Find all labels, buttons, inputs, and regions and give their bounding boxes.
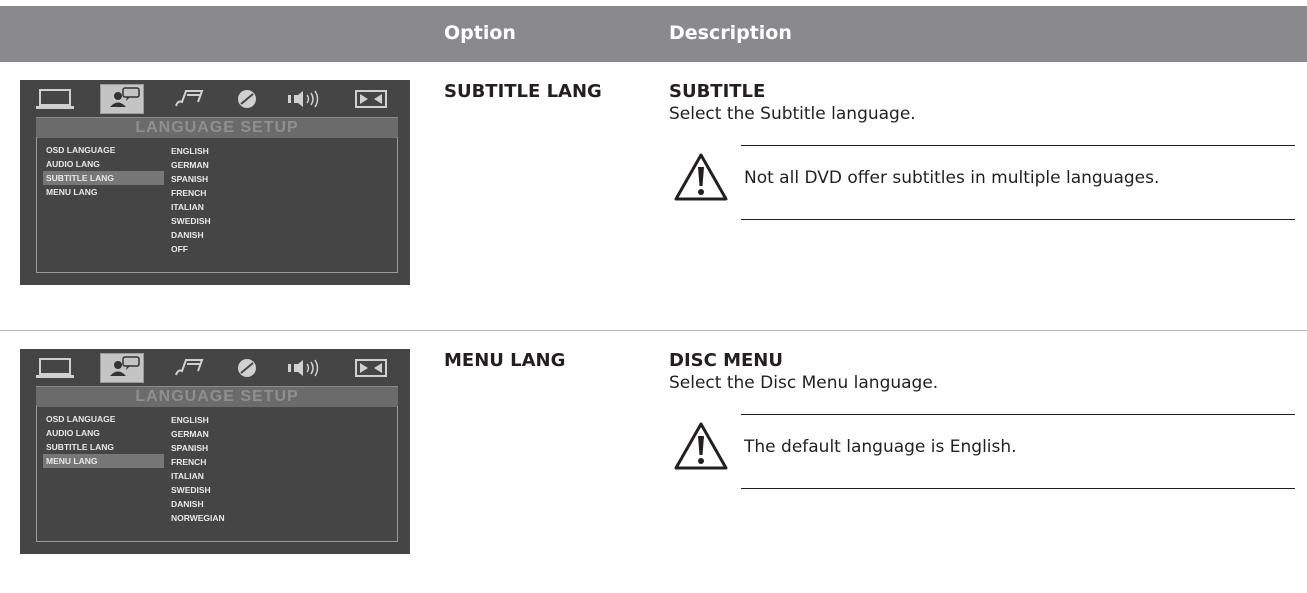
music-note-icon	[166, 86, 208, 112]
note-top-rule	[741, 145, 1295, 146]
osd-language-option: FRENCH	[171, 457, 207, 467]
description-text: Select the Disc Menu language.	[669, 373, 939, 393]
osd-menu-item: MENU LANG	[46, 187, 98, 197]
disc-icon	[226, 86, 268, 112]
language-person-icon	[100, 353, 144, 383]
osd-menu-item-selected: MENU LANG	[43, 454, 164, 468]
osd-title-bar: LANGUAGE SETUP	[36, 386, 398, 407]
osd-language-option: NORWEGIAN	[171, 513, 225, 523]
osd-language-option: ENGLISH	[171, 415, 209, 425]
table-header: Option Description	[0, 6, 1307, 62]
column-header-option: Option	[444, 22, 516, 44]
option-label: MENU LANG	[444, 350, 566, 371]
note-text: The default language is English.	[744, 437, 1017, 457]
note-top-rule	[741, 414, 1295, 415]
dolby-icon	[350, 86, 392, 112]
osd-language-option: SWEDISH	[171, 216, 211, 226]
option-label: SUBTITLE LANG	[444, 81, 602, 102]
osd-language-option: SPANISH	[171, 443, 209, 453]
warning-note: Not all DVD offer subtitles in multiple …	[669, 137, 1295, 221]
column-header-description: Description	[669, 22, 792, 44]
osd-language-option: GERMAN	[171, 160, 209, 170]
osd-title: LANGUAGE SETUP	[135, 388, 299, 405]
row-divider	[0, 330, 1307, 331]
description-text: Select the Subtitle language.	[669, 104, 916, 124]
osd-language-option: SWEDISH	[171, 485, 211, 495]
warning-icon	[674, 153, 728, 201]
osd-language-option: SPANISH	[171, 174, 209, 184]
osd-panel: OSD LANGUAGE AUDIO LANG SUBTITLE LANG ME…	[36, 137, 398, 273]
osd-screenshot: LANGUAGE SETUP OSD LANGUAGE AUDIO LANG S…	[20, 349, 410, 554]
osd-tab-bar	[20, 349, 410, 387]
osd-language-option: FRENCH	[171, 188, 207, 198]
osd-screenshot: LANGUAGE SETUP OSD LANGUAGE AUDIO LANG S…	[20, 80, 410, 285]
description-title: SUBTITLE	[669, 81, 766, 102]
osd-language-option: ITALIAN	[171, 471, 204, 481]
osd-language-option: DANISH	[171, 499, 204, 509]
language-person-icon	[100, 84, 144, 114]
osd-menu-item-selected: SUBTITLE LANG	[43, 171, 164, 185]
osd-panel: OSD LANGUAGE AUDIO LANG SUBTITLE LANG ME…	[36, 406, 398, 542]
osd-language-option: GERMAN	[171, 429, 209, 439]
speaker-icon	[284, 355, 326, 381]
note-text: Not all DVD offer subtitles in multiple …	[744, 168, 1160, 188]
monitor-icon	[34, 86, 76, 112]
speaker-icon	[284, 86, 326, 112]
osd-title-bar: LANGUAGE SETUP	[36, 117, 398, 138]
osd-menu-item: AUDIO LANG	[46, 159, 100, 169]
osd-language-option: ENGLISH	[171, 146, 209, 156]
dolby-icon	[350, 355, 392, 381]
warning-icon	[674, 422, 728, 470]
osd-menu-item: SUBTITLE LANG	[46, 442, 114, 452]
osd-menu-item: AUDIO LANG	[46, 428, 100, 438]
monitor-icon	[34, 355, 76, 381]
osd-menu-item: OSD LANGUAGE	[46, 145, 116, 155]
disc-icon	[226, 355, 268, 381]
warning-note: The default language is English.	[669, 406, 1295, 490]
osd-menu-item: OSD LANGUAGE	[46, 414, 116, 424]
osd-language-option: ITALIAN	[171, 202, 204, 212]
osd-language-option: OFF	[171, 244, 188, 254]
osd-language-option: DANISH	[171, 230, 204, 240]
music-note-icon	[166, 355, 208, 381]
description-title: DISC MENU	[669, 350, 783, 371]
note-bottom-rule	[741, 219, 1295, 220]
osd-title: LANGUAGE SETUP	[135, 119, 299, 136]
osd-tab-bar	[20, 80, 410, 118]
note-bottom-rule	[741, 488, 1295, 489]
